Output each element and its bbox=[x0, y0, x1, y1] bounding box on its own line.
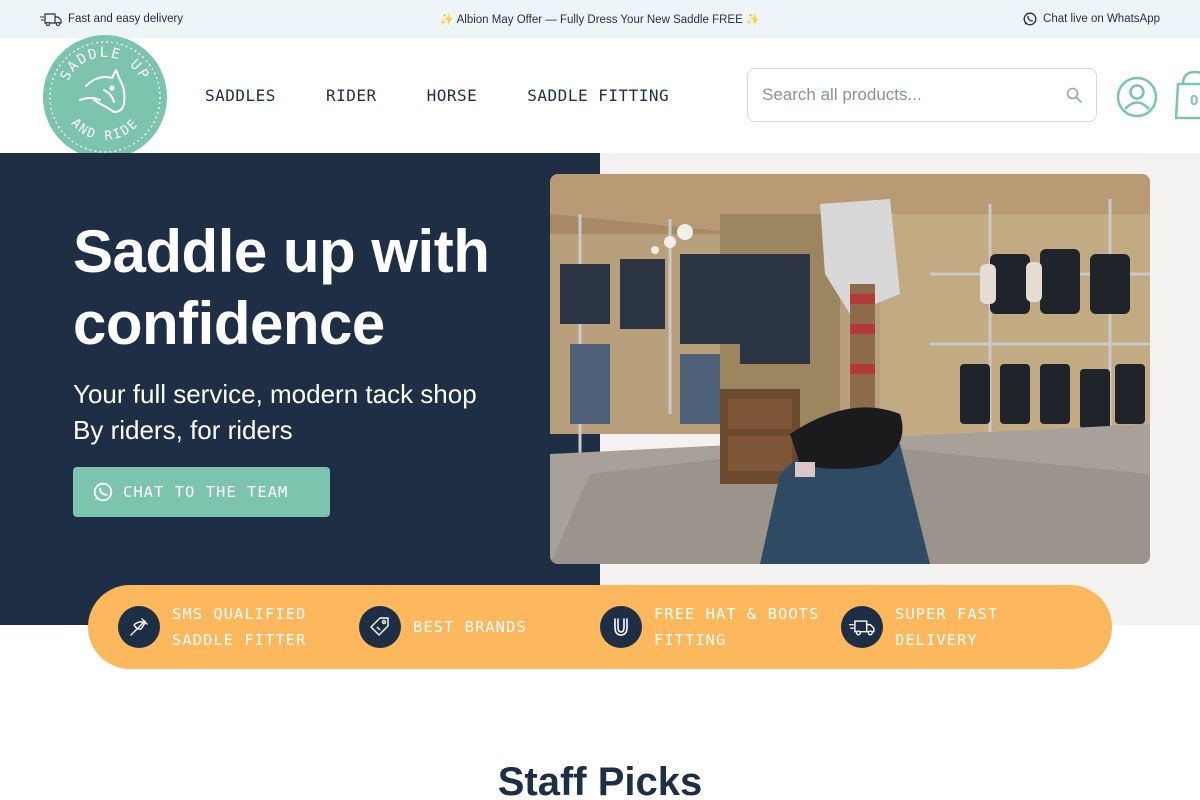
whatsapp-text: Chat live on WhatsApp bbox=[1043, 13, 1160, 25]
whatsapp-icon bbox=[93, 482, 113, 502]
hero-title: Saddle up with confidence bbox=[73, 218, 490, 357]
chat-to-team-button[interactable]: CHAT TO THE TEAM bbox=[73, 467, 330, 517]
saddle-up-logo[interactable]: SADDLE UP AND RIDE bbox=[42, 34, 168, 160]
usp-saddle-fitter-line1: SMS QUALIFIED bbox=[172, 605, 307, 623]
hero-subtitle: Your full service, modern tack shop By r… bbox=[73, 376, 553, 448]
hero-subtitle-line2: By riders, for riders bbox=[73, 415, 293, 445]
nav-rider[interactable]: RIDER bbox=[326, 86, 377, 105]
nav-saddle-fitting[interactable]: SADDLE FITTING bbox=[527, 86, 669, 105]
search-icon[interactable] bbox=[1066, 87, 1082, 103]
tack-shop-interior-image bbox=[550, 174, 1150, 564]
usp-item-hat-boots-fitting: FREE HAT & BOOTS FITTING bbox=[600, 585, 819, 669]
site-header: SADDLE UP AND RIDE SADDLES RIDER HORSE S… bbox=[0, 35, 1200, 159]
usp-item-best-brands: BEST BRANDS bbox=[359, 585, 527, 669]
account-icon[interactable] bbox=[1116, 76, 1158, 118]
nav-saddles[interactable]: SADDLES bbox=[205, 86, 276, 105]
usp-best-brands-line1: BEST BRANDS bbox=[413, 618, 527, 636]
offer-banner[interactable]: ✨ Albion May Offer — Fully Dress Your Ne… bbox=[440, 14, 761, 26]
cart-count[interactable]: 0 bbox=[1190, 92, 1198, 109]
price-tag-icon bbox=[359, 606, 401, 648]
delivery-notice[interactable]: Fast and easy delivery bbox=[40, 12, 183, 26]
search-input[interactable] bbox=[762, 85, 1066, 105]
usp-fast-delivery-line2: DELIVERY bbox=[895, 631, 978, 649]
hero-subtitle-line1: Your full service, modern tack shop bbox=[73, 379, 477, 409]
delivery-text: Fast and easy delivery bbox=[68, 13, 184, 25]
usp-item-saddle-fitter: SMS QUALIFIED SADDLE FITTER bbox=[118, 585, 306, 669]
usp-item-fast-delivery: SUPER FAST DELIVERY bbox=[841, 585, 998, 669]
usp-fast-delivery-line1: SUPER FAST bbox=[895, 605, 999, 623]
whatsapp-icon bbox=[1023, 12, 1037, 26]
delivery-truck-icon bbox=[841, 606, 883, 648]
whatsapp-link[interactable]: Chat live on WhatsApp bbox=[1023, 12, 1160, 26]
staff-picks-heading: Staff Picks bbox=[497, 760, 703, 800]
delivery-truck-icon bbox=[40, 13, 62, 26]
search-box bbox=[747, 68, 1097, 122]
nav-horse[interactable]: HORSE bbox=[427, 86, 478, 105]
saddle-fitter-icon bbox=[118, 606, 160, 648]
usp-hat-boots-line1: FREE HAT & BOOTS bbox=[654, 605, 820, 623]
usp-hat-boots-line2: FITTING bbox=[654, 631, 727, 649]
horseshoe-icon bbox=[600, 606, 642, 648]
announcement-bar: Fast and easy delivery ✨ Albion May Offe… bbox=[0, 0, 1200, 38]
usp-saddle-fitter-line2: SADDLE FITTER bbox=[172, 631, 307, 649]
main-nav: SADDLES RIDER HORSE SADDLE FITTING bbox=[205, 86, 669, 105]
usp-bar: SMS QUALIFIED SADDLE FITTER BEST BRANDS … bbox=[88, 585, 1112, 669]
chat-button-label: CHAT TO THE TEAM bbox=[123, 483, 289, 501]
